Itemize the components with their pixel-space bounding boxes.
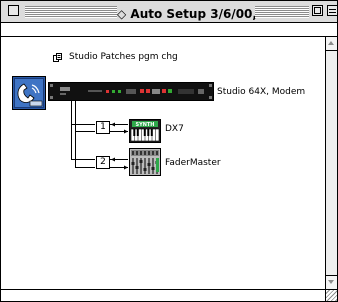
scroll-down-icon	[328, 280, 334, 284]
interface-label: Studio 64X, Modem	[217, 87, 306, 97]
scroll-up-arrow[interactable]	[326, 37, 337, 51]
synth-keyboard-icon[interactable]: SYNTH	[129, 119, 161, 143]
header-strip	[1, 23, 337, 37]
zoom-box[interactable]	[312, 5, 323, 16]
close-box[interactable]	[8, 5, 19, 16]
scroll-down-arrow[interactable]	[326, 275, 337, 289]
device-label-fadermaster: FaderMaster	[165, 158, 221, 168]
title-bar[interactable]: ◇ Auto Setup 3/6/00, 2306	[1, 1, 338, 23]
arrow-in	[111, 122, 115, 127]
telephone-modem-icon[interactable]	[12, 76, 46, 110]
port-box-2[interactable]: 2	[96, 156, 110, 169]
resize-grow-box[interactable]	[325, 289, 337, 301]
port-box-1[interactable]: 1	[96, 121, 110, 134]
window-title: ◇ Auto Setup 3/6/00, 2306	[117, 3, 295, 21]
arrow-out	[124, 165, 128, 170]
fader-console-icon[interactable]	[129, 148, 161, 176]
collapse-box[interactable]	[327, 5, 338, 16]
arrow-in	[111, 157, 115, 162]
trunk-line	[75, 131, 95, 168]
title-bar-stripes	[25, 6, 117, 18]
scroll-up-icon	[328, 41, 334, 45]
arrow-out	[124, 129, 128, 134]
setup-window: ◇ Auto Setup 3/6/00, 2306 Studio Patches…	[0, 0, 338, 302]
vertical-scrollbar[interactable]	[325, 37, 337, 289]
bottom-bar	[1, 289, 337, 301]
synth-icon-text: SYNTH	[135, 122, 154, 128]
trunk-line	[75, 101, 95, 132]
device-label-dx7: DX7	[165, 124, 184, 134]
setup-canvas: Studio Patches pgm chg Studio 64X, Modem…	[1, 37, 325, 289]
patch-label: Studio Patches pgm chg	[69, 52, 178, 62]
rack-interface-icon[interactable]	[48, 82, 214, 101]
title-bar-stripes	[255, 6, 309, 18]
connection-lines	[71, 101, 128, 170]
patch-document-icon	[53, 53, 62, 62]
